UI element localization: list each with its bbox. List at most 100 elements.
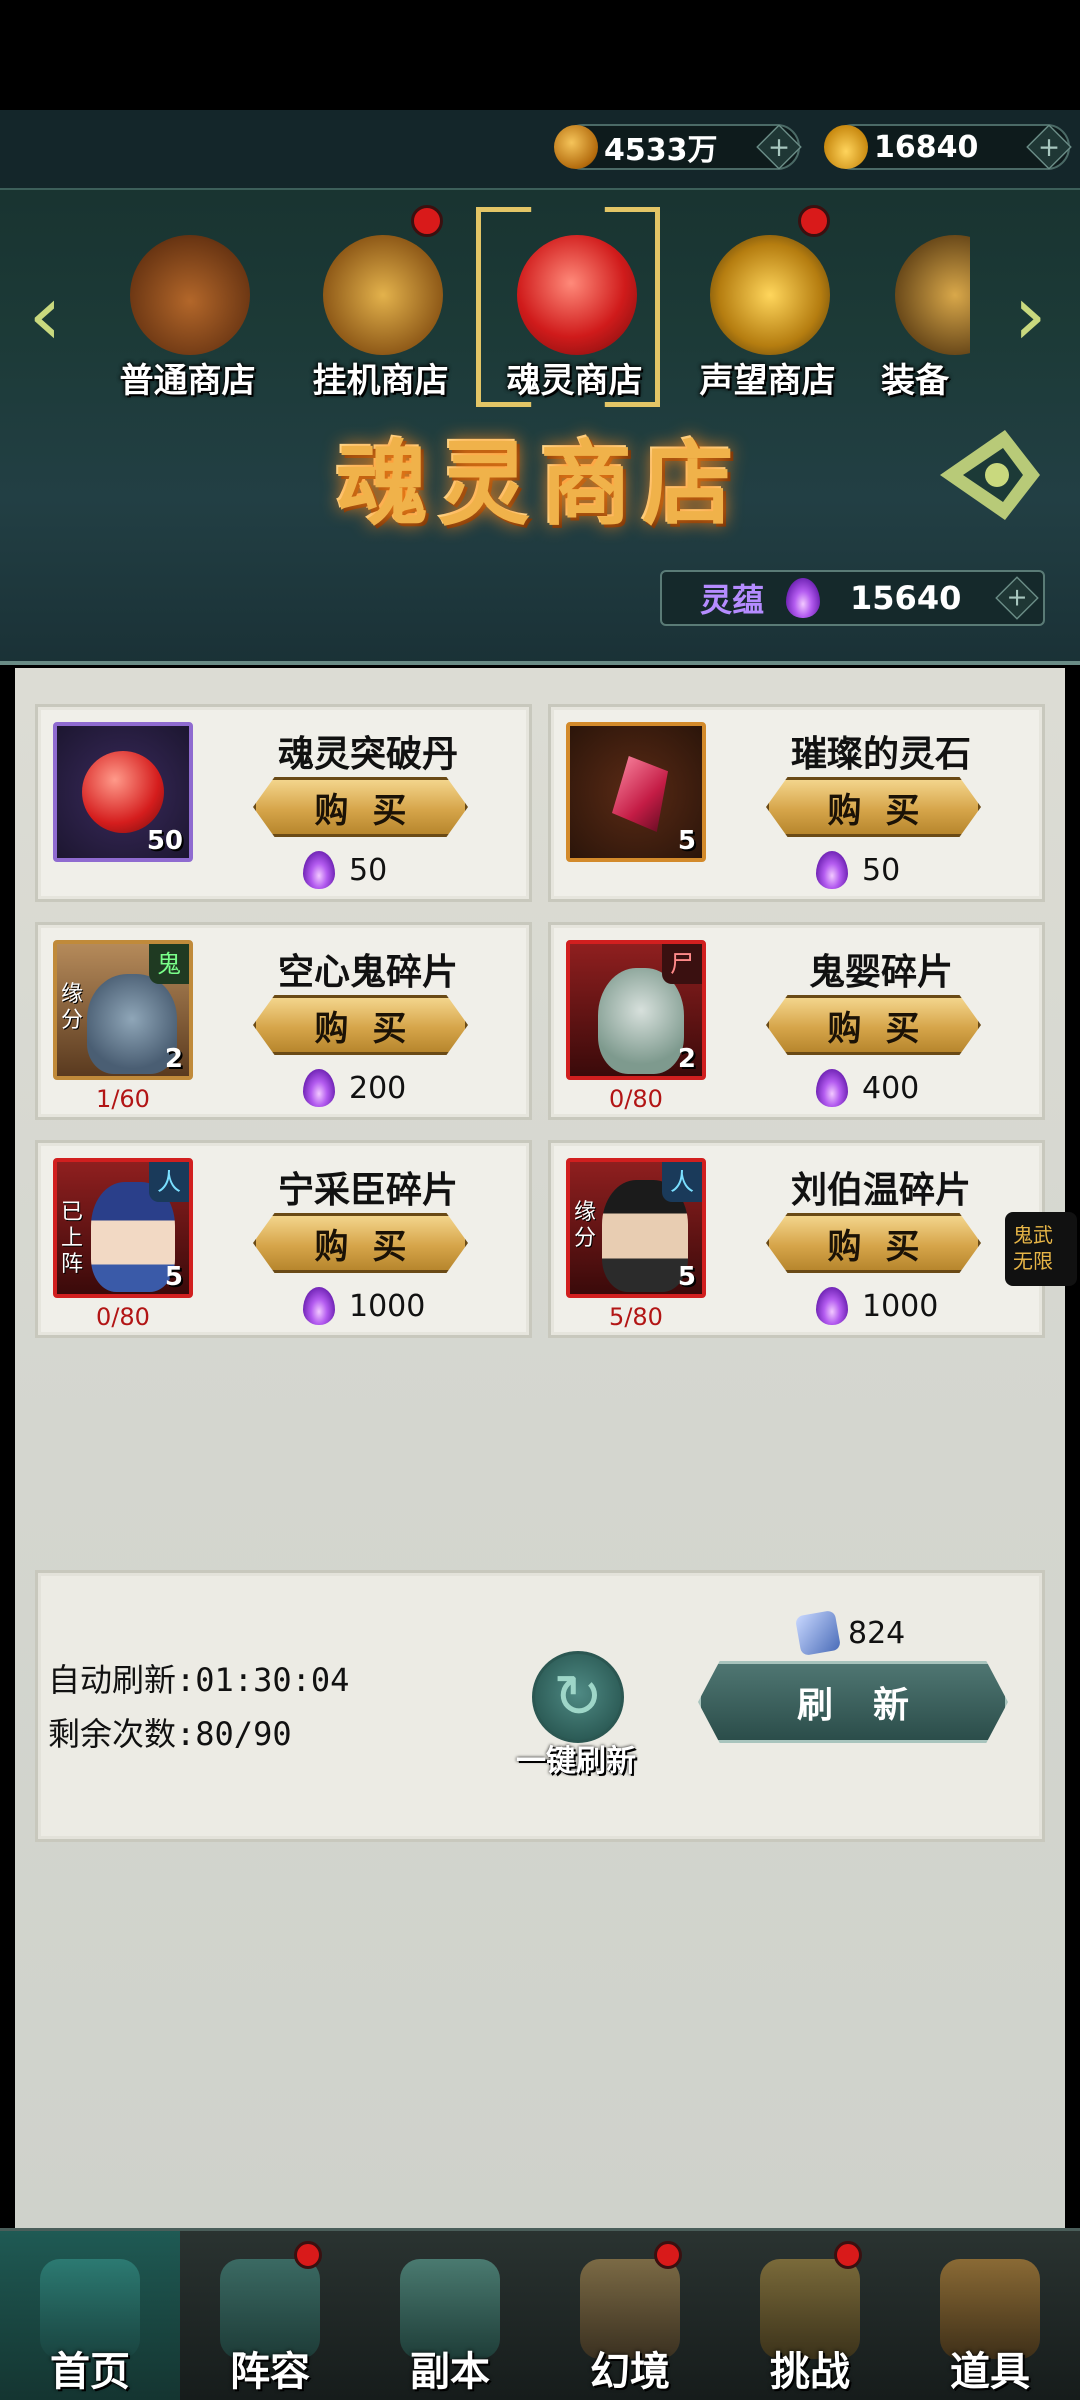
item-price: 400 (816, 1065, 919, 1111)
buy-button[interactable]: 购买 (253, 995, 468, 1055)
coin-value: 4533万 (604, 133, 718, 168)
spirit-flame-icon (816, 851, 848, 889)
one-key-refresh-label: 一键刷新 (516, 1744, 636, 1779)
tab-equipment-shop[interactable]: 装备 (860, 225, 970, 435)
nav-home[interactable]: 首页 (0, 2231, 180, 2400)
refresh-info: 自动刷新:01:30:04 剩余次数:80/90 (48, 1653, 349, 1761)
item-thumbnail[interactable]: 鬼 缘分 2 (53, 940, 193, 1080)
refresh-icon: ↻ (532, 1651, 624, 1743)
nav-challenge[interactable]: 挑战 (720, 2231, 900, 2400)
spirit-flame-icon (303, 851, 335, 889)
coin-currency: 4533万 + (554, 124, 802, 170)
status-bar (0, 0, 1080, 110)
add-ingot-button[interactable]: + (1026, 124, 1072, 170)
buy-button[interactable]: 购买 (766, 777, 981, 837)
item-thumbnail[interactable]: 人 已上阵 5 (53, 1158, 193, 1298)
gem-icon (612, 756, 668, 832)
banner-title: 魂灵商店 (335, 430, 744, 538)
currency-row: 4533万 + 16840 + (0, 110, 1080, 190)
item-price: 200 (303, 1065, 406, 1111)
remaining-refreshes: 剩余次数:80/90 (48, 1715, 292, 1753)
plus-icon: + (1006, 583, 1028, 612)
shop-item-card: 50 魂灵突破丹 购买 50 (35, 704, 532, 902)
item-qty: 2 (677, 1044, 696, 1074)
item-qty: 5 (677, 1262, 696, 1292)
shop-item-card: 5 璀璨的灵石 购买 50 (548, 704, 1045, 902)
buy-button[interactable]: 购买 (253, 777, 468, 837)
spirit-currency-bar: 灵蕴 15640 + (660, 570, 1045, 626)
notification-dot (411, 205, 443, 237)
refresh-panel: 自动刷新:01:30:04 剩余次数:80/90 ↻ 一键刷新 824 刷新 (35, 1570, 1045, 1842)
tab-label: 装备 (881, 361, 949, 401)
price-value: 50 (349, 852, 388, 888)
add-coin-button[interactable]: + (756, 124, 802, 170)
nav-dungeon[interactable]: 副本 (360, 2231, 540, 2400)
nav-label: 副本 (410, 2349, 490, 2395)
refresh-cost-value: 824 (848, 1615, 906, 1651)
nav-team[interactable]: 阵容 (180, 2231, 360, 2400)
item-qty: 2 (164, 1044, 183, 1074)
item-thumbnail[interactable]: 5 (566, 722, 706, 862)
ingot-value: 16840 (874, 129, 979, 165)
item-price: 1000 (816, 1283, 938, 1329)
spirit-label: 灵蕴 (700, 581, 765, 619)
nav-illusion[interactable]: 幻境 (540, 2231, 720, 2400)
item-side-label: 缘分 (61, 982, 84, 1033)
tab-reputation-shop[interactable]: 声望商店 (675, 205, 860, 435)
price-value: 50 (862, 852, 901, 888)
nav-label: 挑战 (770, 2349, 850, 2395)
spirit-flame-icon (786, 578, 821, 618)
item-side-label: 缘分 (574, 1200, 597, 1251)
ingot-currency: 16840 + (824, 124, 1072, 170)
item-price: 1000 (303, 1283, 425, 1329)
price-value: 1000 (862, 1288, 939, 1324)
tab-label: 挂机商店 (312, 361, 449, 401)
add-spirit-button[interactable]: + (995, 576, 1039, 620)
ghost-portrait-icon (87, 974, 177, 1074)
refresh-token-icon (794, 1609, 842, 1657)
buy-button[interactable]: 购买 (766, 995, 981, 1055)
soul-orb-icon (517, 235, 637, 355)
tab-prev-arrow-icon[interactable]: ‹ (20, 270, 70, 360)
buy-button[interactable]: 购买 (253, 1213, 468, 1273)
item-thumbnail[interactable]: 人 缘分 5 (566, 1158, 706, 1298)
eye-emblem-icon[interactable] (935, 420, 1045, 530)
notification-dot (294, 2241, 322, 2269)
nav-label: 首页 (50, 2349, 130, 2395)
shop-item-card: 人 缘分 5 5/80 刘伯温碎片 购买 1000 (548, 1140, 1045, 1338)
fragment-progress: 0/80 (609, 1085, 663, 1113)
fragment-progress: 5/80 (609, 1303, 663, 1331)
tab-label: 魂灵商店 (506, 361, 643, 401)
item-thumbnail[interactable]: 尸 2 (566, 940, 706, 1080)
nav-label: 道具 (950, 2349, 1030, 2395)
soul-orb-icon (82, 751, 164, 833)
tab-label: 声望商店 (699, 361, 836, 401)
item-name: 宁采臣碎片 (277, 1170, 458, 1211)
tab-normal-shop[interactable]: 普通商店 (95, 225, 280, 435)
fragment-progress: 0/80 (96, 1303, 150, 1331)
shop-content: 50 魂灵突破丹 购买 50 5 璀璨的灵石 购买 50 鬼 缘分 2 1/60… (15, 668, 1065, 2230)
plus-icon: + (767, 131, 791, 163)
bottom-nav: 首页 阵容 副本 幻境 挑战 道具 (0, 2228, 1080, 2400)
coin-icon (554, 125, 598, 169)
item-thumbnail[interactable]: 50 (53, 722, 193, 862)
buy-button[interactable]: 购买 (766, 1213, 981, 1273)
item-qty: 5 (164, 1262, 183, 1292)
notification-dot (834, 2241, 862, 2269)
price-value: 1000 (349, 1288, 426, 1324)
auto-refresh-timer: 自动刷新:01:30:04 (48, 1661, 350, 1699)
tab-idle-shop[interactable]: 挂机商店 (288, 205, 473, 435)
item-price: 50 (303, 847, 387, 893)
side-floating-badge[interactable]: 鬼武无限 (1005, 1212, 1077, 1286)
one-key-refresh-button[interactable]: ↻ 一键刷新 (516, 1651, 636, 1781)
spirit-flame-icon (816, 1287, 848, 1325)
tab-soul-shop[interactable]: 魂灵商店 (482, 225, 667, 435)
tab-next-arrow-icon[interactable]: › (1005, 270, 1055, 360)
nav-items[interactable]: 道具 (900, 2231, 1080, 2400)
type-tag: 人 (662, 1162, 702, 1202)
item-qty: 5 (677, 826, 696, 856)
tab-label: 普通商店 (119, 361, 256, 401)
refresh-button[interactable]: 刷新 (698, 1661, 1008, 1743)
price-value: 200 (349, 1070, 407, 1106)
type-tag: 尸 (662, 944, 702, 984)
